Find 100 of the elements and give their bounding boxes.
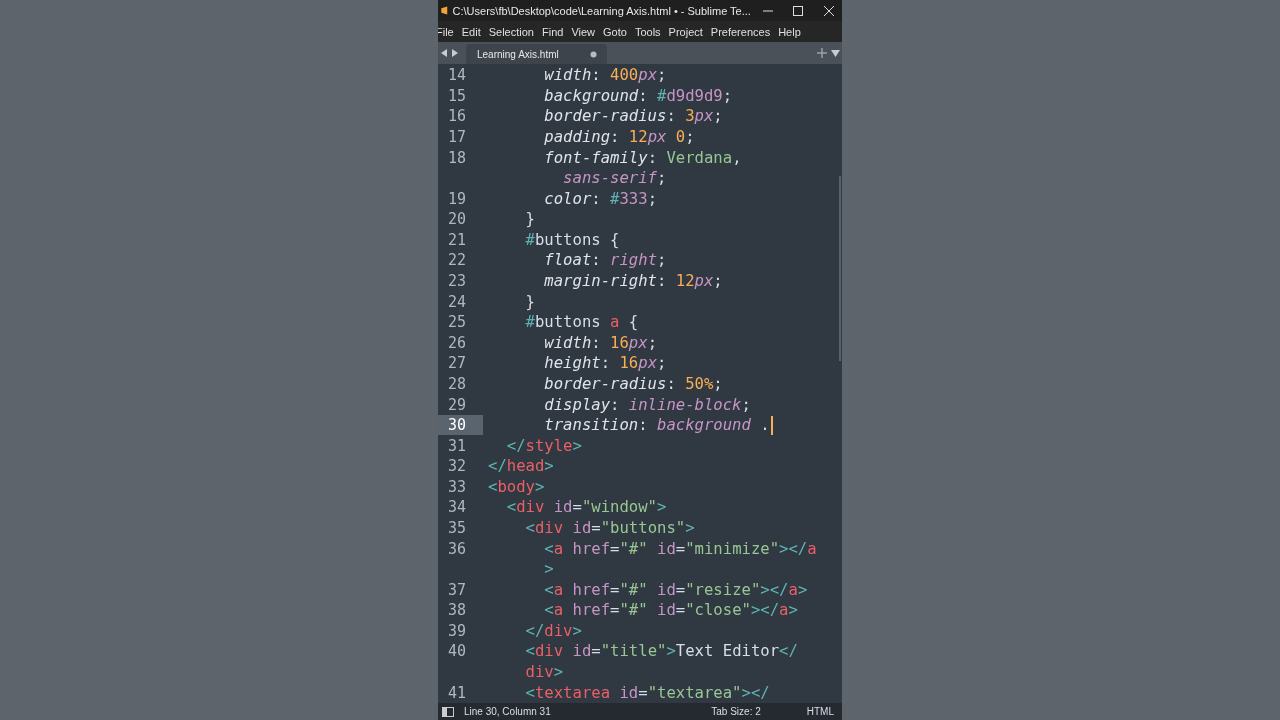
line-number: 29 [448,395,467,414]
line-number: 23 [448,272,467,291]
line-number: 32 [448,457,467,476]
code-token: < [525,683,535,702]
code-token: > [544,560,554,579]
code-token: div [525,663,554,682]
menu-item[interactable]: Help [778,25,801,38]
code-token: 3 [685,107,695,126]
tab-size[interactable]: Tab Size: 2 [711,706,761,717]
line-number: 20 [448,210,467,229]
code-token: : [600,354,612,373]
code-token: 400 [610,66,639,85]
code-token: "title" [600,642,667,661]
line-number: 36 [448,539,467,558]
code-token: = [610,539,620,558]
code-token: px [628,333,648,352]
scrollbar-thumb[interactable] [839,176,841,361]
code-token: </ [506,436,526,455]
code-token: id [571,642,592,661]
line-number: 26 [448,333,467,352]
code-token: : [591,189,602,208]
code-token: > [572,621,582,640]
code-token: < [488,477,498,496]
code-token: : [610,128,621,146]
menu-item[interactable]: Selection [488,25,534,38]
code-token: "resize" [685,580,761,599]
code-token: ; [657,66,667,85]
code-token: # [610,189,620,208]
menu-item[interactable]: Project [668,25,703,38]
menu-item[interactable]: Goto [603,25,627,38]
code-token: a [609,313,620,332]
code-token: > [657,498,667,517]
line-number: 16 [448,107,467,126]
code-token: = [610,580,620,599]
code-token: ; [713,374,723,393]
code-token: ; [657,354,667,373]
code-token: textarea [534,683,611,702]
code-token: { [627,313,639,332]
code-token: > [572,436,582,455]
menu-item[interactable]: Tools [634,25,661,38]
code-token: ></ [750,601,780,620]
code-token: px [638,66,658,85]
cursor-position: Line 30, Column 31 [464,706,551,717]
code-token: sans-serif [563,169,657,188]
code-token: color [544,189,592,208]
window-title: C:\Users\fb\Desktop\code\Learning Axis.html • - Sublime Te... [452,4,751,17]
menu-item[interactable]: View [571,25,596,38]
code-token: ; [647,333,658,352]
code-token: id [571,519,592,537]
code-token: > [797,580,808,599]
code-token: "window" [581,498,657,517]
code-token: 50% [685,374,714,393]
code-token: = [610,601,620,620]
code-token: # [525,313,535,332]
line-number: 21 [448,230,467,249]
forward-arrow-icon[interactable] [450,48,459,58]
code-token: background [544,86,639,105]
code-token: : [591,251,602,270]
code-token: div [534,642,564,661]
code-token: : [666,107,677,126]
code-token: width [544,66,592,85]
code-token: id [552,498,573,517]
code-token: = [638,683,648,702]
file-tab[interactable]: Learning Axis.html [466,44,607,64]
code-token: ></ [741,683,770,702]
code-token: id [618,683,639,702]
menu-item[interactable]: Preferences [710,25,771,38]
dropdown-triangle-icon[interactable] [831,49,840,57]
code-token: Verdana [666,148,733,167]
code-token: "close" [685,601,751,620]
code-token: a [788,580,798,599]
code-token: : [657,272,668,291]
code-token: a [553,580,564,599]
code-token: font-family [544,148,648,167]
code-token: id [656,601,676,620]
code-token: } [525,292,535,311]
code-token: : [610,395,621,414]
back-arrow-icon[interactable] [440,48,449,58]
syntax-label[interactable]: HTML [806,706,834,717]
plus-icon[interactable] [817,48,827,58]
line-number: 14 [448,66,467,85]
code-token: inline-block [628,395,742,414]
menu-item[interactable]: Find [541,25,564,38]
code-token: px [647,128,667,146]
line-number: 37 [448,580,467,599]
code-token: display [544,395,611,414]
menu-item[interactable]: Edit [461,25,481,38]
code-token: # [525,230,535,249]
line-number: 41 [448,683,467,702]
code-token: > [544,457,554,476]
panel-toggle-icon[interactable] [442,706,454,717]
code-token: < [506,498,517,517]
code-token: </ [488,457,507,476]
code-token: "minimize" [685,539,780,558]
code-token: border-radius [544,107,667,126]
code-token: right [610,251,658,270]
close-icon [823,5,834,16]
code-token: ; [713,107,723,126]
code-token: width [544,333,592,352]
code-token: border-radius [544,374,667,393]
